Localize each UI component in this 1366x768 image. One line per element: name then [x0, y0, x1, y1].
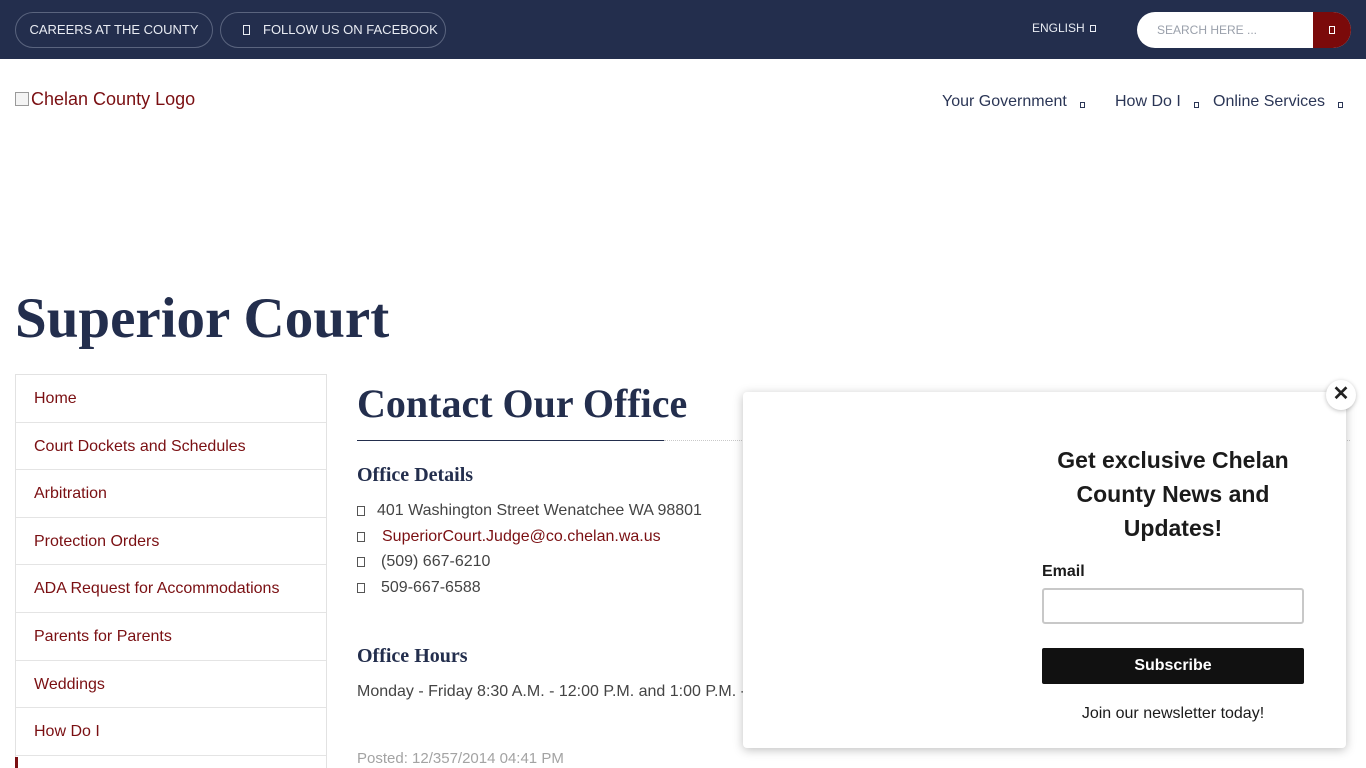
popup-heading: Get exclusive Chelan County News and Upd… — [1057, 447, 1289, 541]
office-details-heading: Office Details — [357, 464, 474, 486]
sidebar-item-how-do-i[interactable]: How Do I — [16, 708, 326, 756]
chevron-down-icon — [1338, 102, 1344, 108]
broken-image-icon — [15, 92, 29, 106]
email-field[interactable] — [1042, 588, 1304, 624]
nav-label: Your Government — [942, 93, 1067, 110]
facebook-label: FOLLOW US ON FACEBOOK — [263, 22, 438, 37]
fax-icon — [357, 583, 365, 593]
chevron-down-icon — [1193, 102, 1199, 108]
posted-date: Posted: 12/357/2014 04:41 PM — [357, 750, 564, 767]
title-underline — [357, 440, 664, 441]
top-bar: CAREERS AT THE COUNTY FOLLOW US ON FACEB… — [0, 0, 1366, 59]
fax-line: 509-667-6588 — [357, 579, 481, 597]
search-icon — [1329, 26, 1335, 34]
search-button[interactable] — [1313, 12, 1351, 48]
close-icon[interactable]: ✕ — [1326, 380, 1356, 410]
sidebar-active-indicator — [15, 757, 18, 768]
facebook-button[interactable]: FOLLOW US ON FACEBOOK — [220, 12, 446, 48]
sidebar-item-court-dockets[interactable]: Court Dockets and Schedules — [16, 423, 326, 471]
sidebar-item-ada-request[interactable]: ADA Request for Accommodations — [16, 565, 326, 613]
nav-label: How Do I — [1115, 93, 1181, 110]
fax-text: 509-667-6588 — [381, 579, 481, 596]
search-input[interactable] — [1137, 12, 1313, 48]
subscribe-button[interactable]: Subscribe — [1042, 648, 1304, 684]
facebook-icon — [243, 25, 250, 35]
nav-label: Online Services — [1213, 93, 1326, 110]
envelope-icon — [357, 532, 365, 542]
office-hours-heading: Office Hours — [357, 645, 468, 667]
phone-icon — [357, 557, 365, 567]
section-title: Contact Our Office — [357, 381, 688, 426]
search-box — [1137, 12, 1351, 48]
sidebar-nav: Home Court Dockets and Schedules Arbitra… — [15, 374, 327, 768]
phone-text: (509) 667-6210 — [381, 553, 491, 570]
language-label: ENGLISH — [1032, 21, 1085, 35]
newsletter-footer-text: Join our newsletter today! — [1081, 705, 1265, 722]
address-line: 401 Washington Street Wenatchee WA 98801 — [357, 502, 702, 520]
phone-line: (509) 667-6210 — [357, 553, 490, 571]
sidebar-item-weddings[interactable]: Weddings — [16, 661, 326, 709]
email-line: SuperiorCourt.Judge@co.chelan.wa.us — [357, 528, 661, 546]
chevron-down-icon — [1089, 25, 1096, 32]
sidebar-item-home[interactable]: Home — [16, 375, 326, 423]
logo-alt-text: Chelan County Logo — [31, 89, 196, 109]
email-link[interactable]: SuperiorCourt.Judge@co.chelan.wa.us — [382, 528, 661, 545]
sidebar-item-protection-orders[interactable]: Protection Orders — [16, 518, 326, 566]
page-title: Superior Court — [15, 287, 390, 350]
nav-your-government[interactable]: Your Government — [942, 93, 1085, 111]
sidebar-item-arbitration[interactable]: Arbitration — [16, 470, 326, 518]
nav-online-services[interactable]: Online Services — [1213, 93, 1344, 111]
nav-how-do-i[interactable]: How Do I — [1115, 93, 1199, 111]
sidebar-item-parents-for-parents[interactable]: Parents for Parents — [16, 613, 326, 661]
address-text: 401 Washington Street Wenatchee WA 98801 — [377, 502, 702, 519]
language-selector[interactable]: ENGLISH — [1032, 21, 1096, 35]
office-hours-text: Monday - Friday 8:30 A.M. - 12:00 P.M. a… — [357, 683, 746, 700]
email-label: Email — [1042, 563, 1085, 580]
careers-button[interactable]: CAREERS AT THE COUNTY — [15, 12, 213, 48]
careers-label: CAREERS AT THE COUNTY — [29, 22, 199, 37]
map-marker-icon — [357, 506, 365, 516]
logo[interactable]: Chelan County Logo — [15, 89, 195, 110]
chevron-down-icon — [1079, 102, 1085, 108]
